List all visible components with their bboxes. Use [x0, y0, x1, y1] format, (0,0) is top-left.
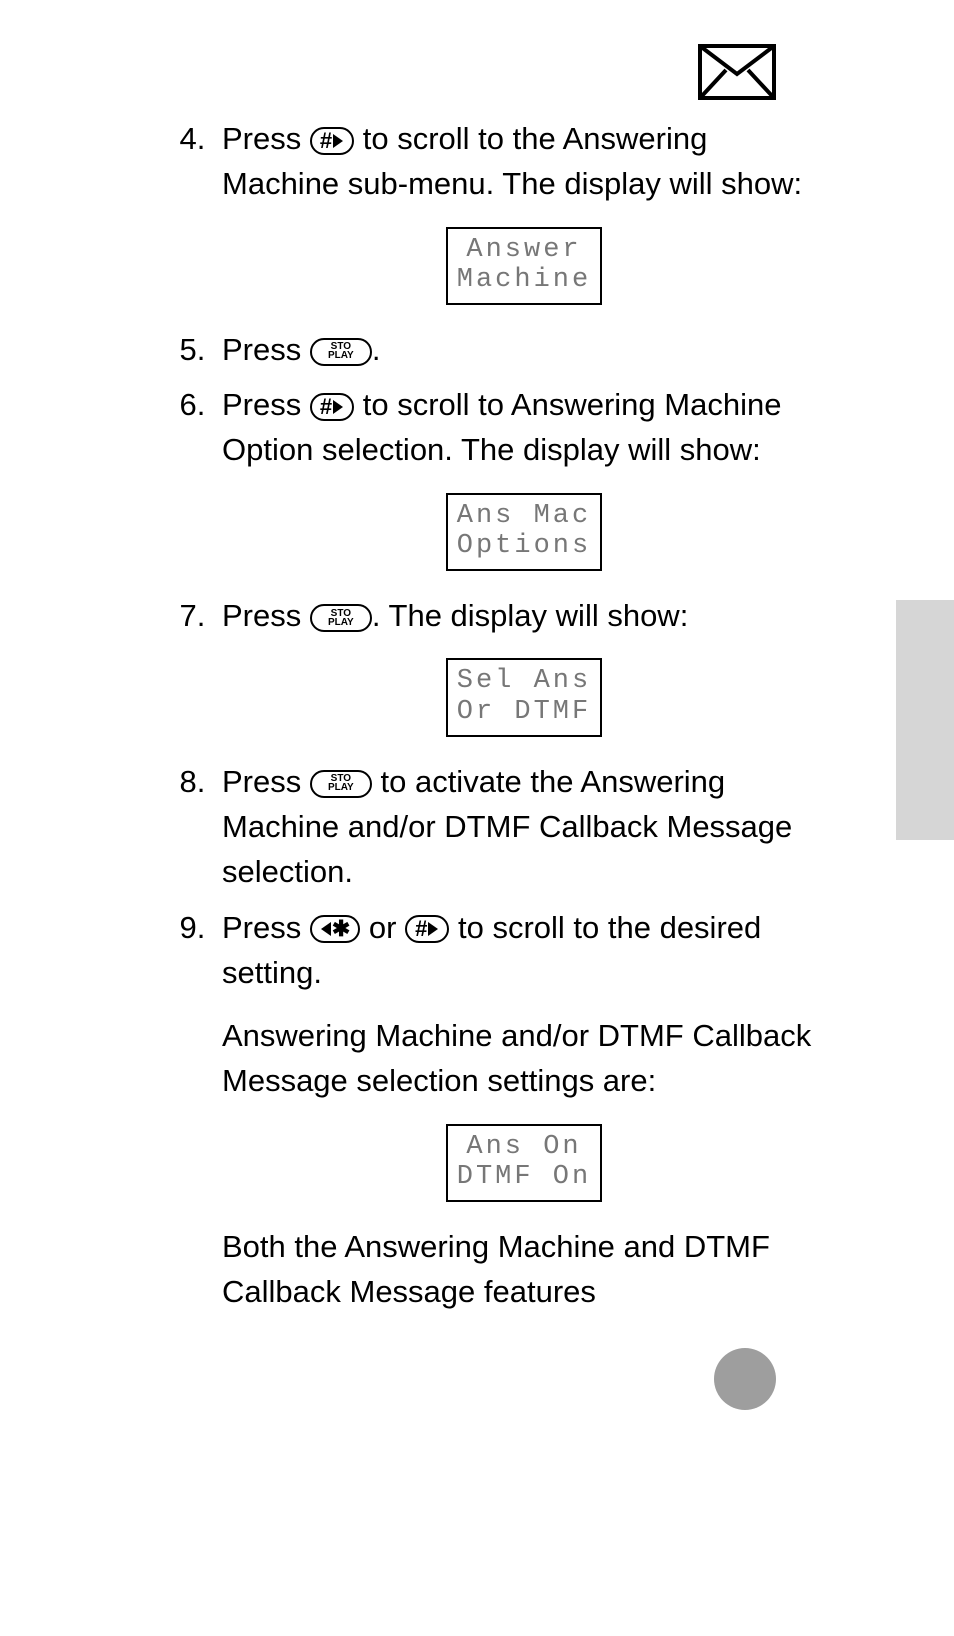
sto-play-key-icon: STO PLAY: [310, 604, 372, 632]
lcd-display: Answer Machine: [446, 227, 602, 305]
right-arrow-icon: [333, 400, 343, 414]
lcd-line-1: Ans Mac: [457, 501, 591, 531]
step-8: Press STO PLAY to activate the Answering…: [214, 759, 826, 895]
step-9: Press ✱ or # to scroll to the desired se…: [214, 905, 826, 1315]
section-tab: [896, 600, 954, 840]
step-7-text-pre: Press: [222, 598, 310, 633]
lcd-line-1: Answer: [466, 235, 581, 265]
step-7-text-post: . The display will show:: [372, 598, 688, 633]
key-symbol: #: [415, 918, 427, 940]
lcd-line-2: Or DTMF: [457, 697, 591, 727]
hash-right-key-icon: #: [310, 393, 354, 421]
sto-play-key-icon: STO PLAY: [310, 770, 372, 798]
lcd-line-2: DTMF On: [457, 1162, 591, 1192]
lcd-line-1: Ans On: [466, 1132, 581, 1162]
step-8-text-pre: Press: [222, 764, 310, 799]
right-arrow-icon: [428, 922, 438, 936]
hash-right-key-icon: #: [405, 915, 449, 943]
lcd-line-2: Options: [457, 531, 591, 561]
left-star-key-icon: ✱: [310, 915, 360, 943]
step-5: Press STO PLAY .: [214, 327, 826, 372]
step-9-text-mid: or: [369, 910, 405, 945]
sto-play-key-icon: STO PLAY: [310, 338, 372, 366]
instruction-list: Press # to scroll to the Answering Machi…: [160, 116, 826, 1325]
lcd-display: Sel Ans Or DTMF: [446, 658, 602, 736]
step-9-para-2: Answering Machine and/or DTMF Callback M…: [222, 1013, 826, 1104]
key-symbol: #: [320, 396, 332, 418]
page-number-dot: [714, 1348, 776, 1410]
right-arrow-icon: [333, 134, 343, 148]
lcd-display: Ans Mac Options: [446, 493, 602, 571]
key-label-bottom: PLAY: [328, 783, 354, 792]
step-7: Press STO PLAY . The display will show: …: [214, 593, 826, 737]
lcd-display: Ans On DTMF On: [446, 1124, 602, 1202]
key-label-bottom: PLAY: [328, 618, 354, 627]
hash-right-key-icon: #: [310, 127, 354, 155]
step-5-text-pre: Press: [222, 332, 310, 367]
step-5-text-post: .: [372, 332, 381, 367]
envelope-icon: [698, 44, 776, 100]
key-symbol: ✱: [332, 918, 350, 940]
lcd-line-1: Sel Ans: [457, 666, 591, 696]
step-4-text-pre: Press: [222, 121, 310, 156]
manual-page: Press # to scroll to the Answering Machi…: [0, 0, 954, 1636]
step-4: Press # to scroll to the Answering Machi…: [214, 116, 826, 305]
key-label-bottom: PLAY: [328, 351, 354, 360]
step-9-para-3: Both the Answering Machine and DTMF Call…: [222, 1224, 826, 1315]
step-9-text-pre: Press: [222, 910, 310, 945]
left-arrow-icon: [321, 922, 331, 936]
step-6: Press # to scroll to Answering Machine O…: [214, 382, 826, 571]
step-6-text-pre: Press: [222, 387, 310, 422]
key-symbol: #: [320, 130, 332, 152]
lcd-line-2: Machine: [457, 265, 591, 295]
